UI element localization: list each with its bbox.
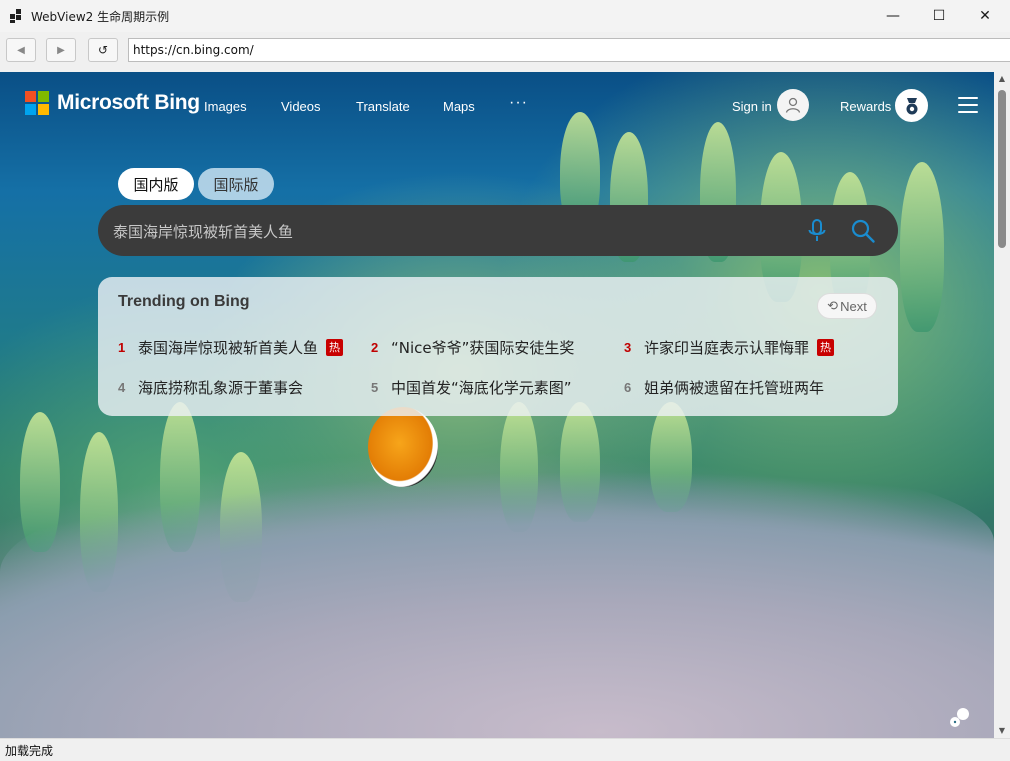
- search-icon[interactable]: [850, 218, 876, 244]
- feedback-icon[interactable]: [948, 706, 972, 730]
- scroll-down-icon[interactable]: ▼: [997, 726, 1007, 736]
- search-input[interactable]: 泰国海岸惊现被斩首美人鱼: [113, 221, 293, 242]
- user-avatar-icon[interactable]: [777, 89, 809, 121]
- search-box[interactable]: 泰国海岸惊现被斩首美人鱼: [98, 205, 898, 256]
- hot-badge: 热: [326, 339, 344, 356]
- trending-item[interactable]: 3 许家印当庭表示认罪悔罪 热: [624, 337, 835, 358]
- trending-text: 中国首发“海底化学元素图”: [391, 379, 572, 397]
- vertical-scrollbar[interactable]: ▲ ▼: [994, 72, 1010, 738]
- scroll-up-icon[interactable]: ▲: [997, 74, 1007, 84]
- trending-item[interactable]: 4 海底捞称乱象源于董事会: [118, 377, 303, 398]
- trending-text: 泰国海岸惊现被斩首美人鱼: [138, 339, 319, 357]
- trending-text: “Nice爷爷”获国际安徒生奖: [391, 339, 575, 357]
- trending-rank: 5: [371, 380, 379, 395]
- rewards-medal-icon[interactable]: [895, 89, 928, 122]
- trending-item[interactable]: 5 中国首发“海底化学元素图”: [371, 377, 572, 398]
- nav-images[interactable]: Images: [204, 99, 247, 114]
- trending-item[interactable]: 1 泰国海岸惊现被斩首美人鱼 热: [118, 337, 344, 358]
- forward-button[interactable]: ▶: [46, 38, 76, 62]
- minimize-button[interactable]: —: [870, 0, 916, 32]
- back-button[interactable]: ◀: [6, 38, 36, 62]
- title-bar: WebView2 生命周期示例 — ☐ ✕: [0, 0, 1010, 32]
- trending-item[interactable]: 6 姐弟俩被遗留在托管班两年: [624, 377, 824, 398]
- bing-logo[interactable]: Microsoft Bing: [25, 91, 200, 115]
- navigation-bar: ◀ ▶ ↺ https://cn.bing.com/: [0, 32, 1010, 70]
- trending-text: 姐弟俩被遗留在托管班两年: [644, 379, 825, 397]
- nav-videos[interactable]: Videos: [281, 99, 321, 114]
- trending-text: 许家印当庭表示认罪悔罪: [644, 339, 810, 357]
- window-title: WebView2 生命周期示例: [31, 10, 170, 24]
- tab-international[interactable]: 国际版: [198, 168, 274, 200]
- trending-title: Trending on Bing: [118, 293, 250, 310]
- trending-rank: 6: [624, 380, 632, 395]
- close-button[interactable]: ✕: [962, 0, 1008, 32]
- rewards-link[interactable]: Rewards: [840, 99, 891, 114]
- status-bar: 加载完成: [0, 738, 1010, 761]
- nav-translate[interactable]: Translate: [356, 99, 410, 114]
- web-viewport: Microsoft Bing Images Videos Translate M…: [0, 72, 994, 738]
- trending-card: Trending on Bing ⟲ Next 1 泰国海岸惊现被斩首美人鱼 热…: [98, 277, 898, 416]
- address-input[interactable]: https://cn.bing.com/: [128, 38, 1010, 62]
- nav-more-button[interactable]: ···: [509, 94, 528, 112]
- trending-rank: 2: [371, 340, 379, 355]
- trending-item[interactable]: 2 “Nice爷爷”获国际安徒生奖: [371, 337, 574, 358]
- microsoft-logo-icon: [25, 91, 49, 115]
- refresh-icon: ⟲: [827, 298, 839, 313]
- hot-badge: 热: [817, 339, 835, 356]
- microphone-icon[interactable]: [806, 218, 828, 244]
- trending-next-button[interactable]: ⟲ Next: [817, 293, 877, 319]
- trending-rank: 1: [118, 340, 126, 355]
- tab-domestic[interactable]: 国内版: [118, 168, 194, 200]
- trending-text: 海底捞称乱象源于董事会: [138, 379, 304, 397]
- hamburger-menu-icon[interactable]: [958, 97, 978, 113]
- bing-logo-text: Microsoft Bing: [57, 91, 200, 114]
- sign-in-link[interactable]: Sign in: [732, 99, 772, 114]
- trending-rank: 4: [118, 380, 126, 395]
- next-label: Next: [840, 298, 867, 314]
- nav-maps[interactable]: Maps: [443, 99, 475, 114]
- clownfish: [368, 407, 438, 487]
- reload-button[interactable]: ↺: [88, 38, 118, 62]
- trending-rank: 3: [624, 340, 632, 355]
- status-text: 加载完成: [5, 744, 54, 758]
- app-icon: [10, 9, 24, 23]
- maximize-button[interactable]: ☐: [916, 0, 962, 32]
- scrollbar-thumb[interactable]: [998, 90, 1006, 248]
